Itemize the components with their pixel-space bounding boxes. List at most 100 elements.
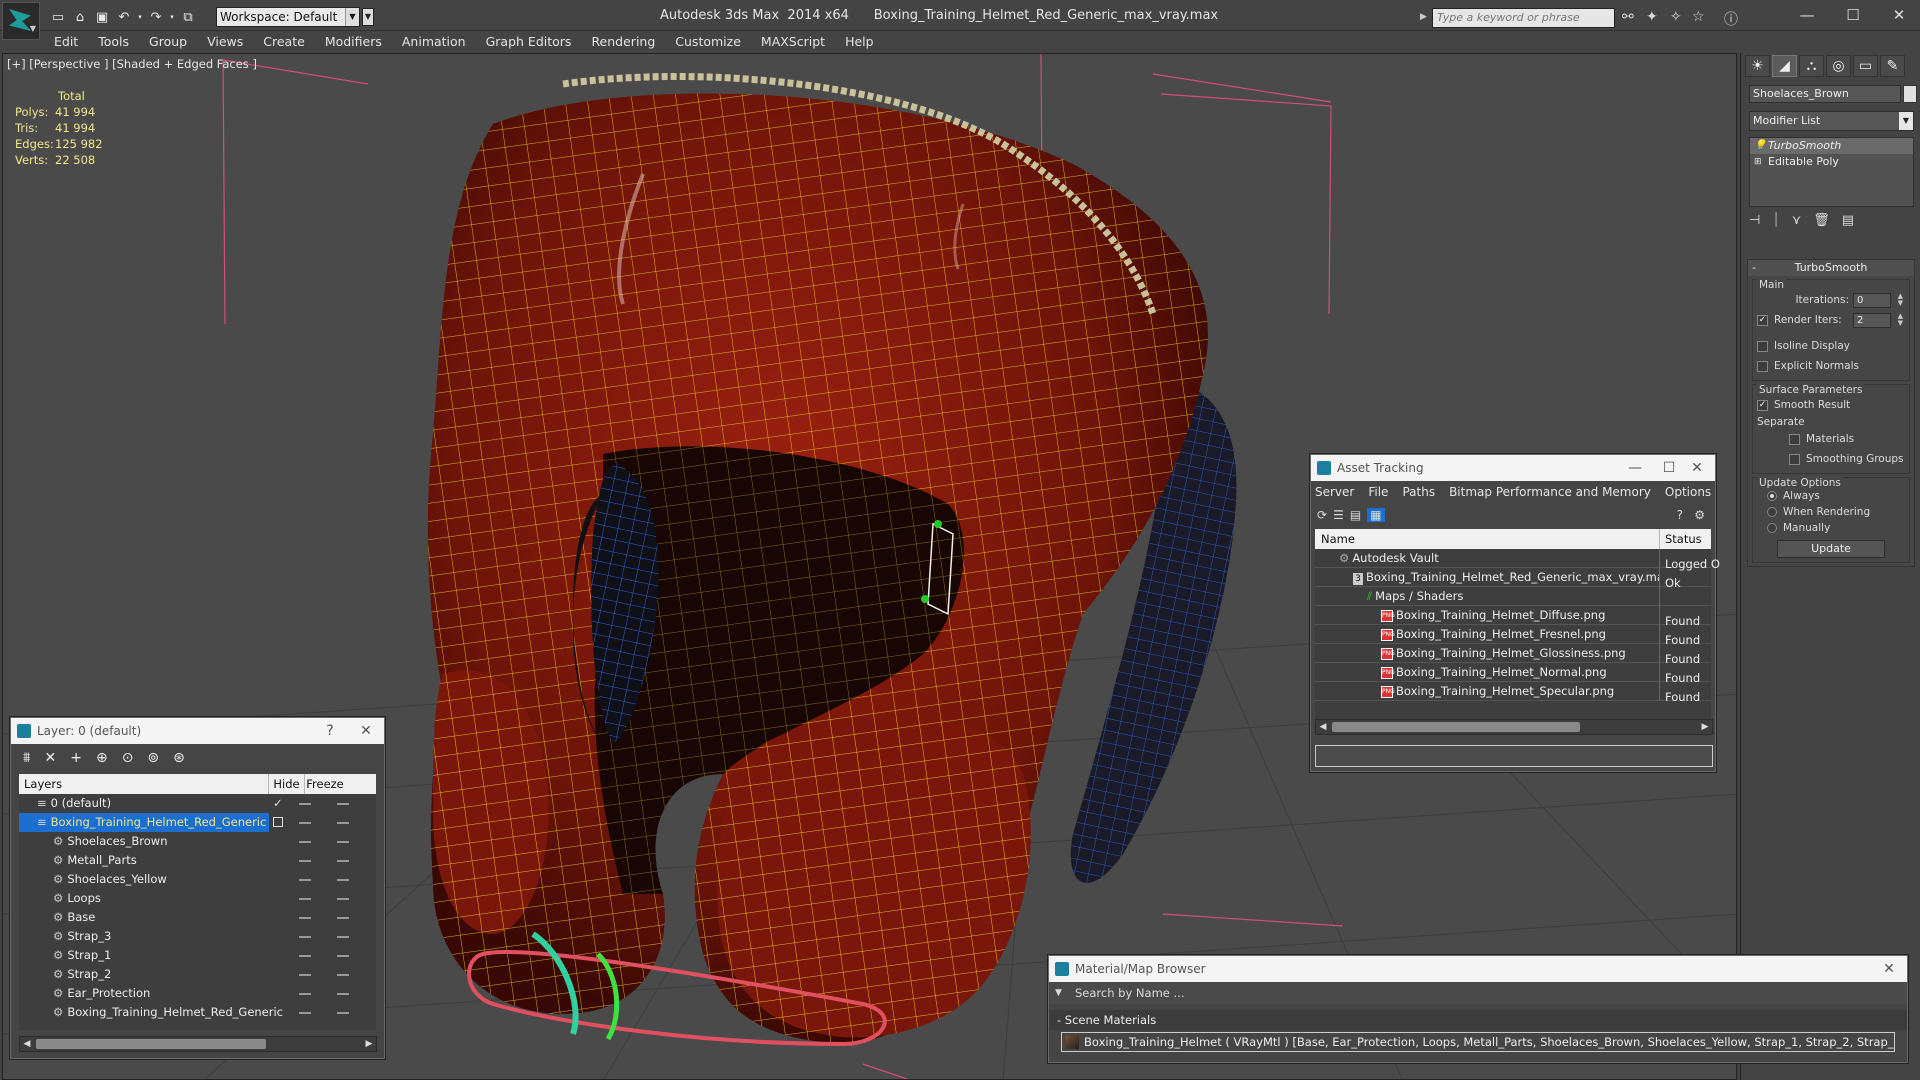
binoculars-icon[interactable]: ⚯ (1622, 9, 1634, 25)
smoothing-groups-checkbox[interactable] (1789, 453, 1800, 465)
menu-help[interactable]: Help (835, 31, 884, 53)
detail-view-icon[interactable]: ▤ (1350, 508, 1361, 522)
layer-row[interactable]: ⚙ Strap_2 (19, 965, 376, 984)
menu-create[interactable]: Create (253, 31, 315, 53)
create-layer-icon[interactable]: + (70, 750, 82, 766)
select-objects-icon[interactable]: ⊙ (122, 750, 134, 766)
asset-row[interactable]: PNGBoxing_Training_Helmet_Glossiness.png… (1315, 644, 1711, 666)
subscription-icon[interactable]: ✦ (1646, 9, 1658, 25)
active-layer-check-icon[interactable]: ✓ (273, 794, 283, 813)
asset-tracking-titlebar[interactable]: Asset Tracking — ☐ ✕ (1311, 455, 1715, 481)
active-layer-toggle[interactable] (273, 817, 283, 827)
show-end-result-icon[interactable]: ⏐ (1772, 213, 1779, 228)
menu-rendering[interactable]: Rendering (581, 31, 665, 53)
layer-row[interactable]: ⚙ Metall_Parts (19, 851, 376, 870)
hide-toggle[interactable] (299, 841, 311, 843)
workspace-dropdown-button[interactable]: ▼ (362, 8, 374, 26)
explicit-normals-checkbox[interactable] (1757, 360, 1768, 372)
modify-tab-icon[interactable]: ◢ (1772, 55, 1797, 77)
scroll-left-icon[interactable]: ◀ (1316, 720, 1330, 734)
save-file-icon[interactable]: ▣ (92, 8, 112, 26)
stack-item-editable-poly[interactable]: ⊞ Editable Poly (1750, 154, 1913, 170)
communication-icon[interactable]: ✧ (1670, 9, 1682, 25)
object-name-field[interactable]: Shoelaces_Brown (1749, 85, 1901, 103)
asset-row[interactable]: ⫽ Maps / Shaders (1315, 587, 1711, 606)
materials-checkbox[interactable] (1789, 433, 1800, 445)
undo-icon[interactable]: ↶ (114, 8, 134, 26)
menu-bitmap-performance[interactable]: Bitmap Performance and Memory (1449, 481, 1651, 503)
help-icon[interactable]: ⓘ (1724, 9, 1738, 29)
layer-row[interactable]: ≡ Boxing_Training_Helmet_Red_Generic (19, 813, 376, 832)
freeze-toggle[interactable] (337, 1012, 349, 1014)
menu-customize[interactable]: Customize (665, 31, 751, 53)
freeze-toggle[interactable] (337, 860, 349, 862)
freeze-toggle[interactable] (337, 993, 349, 995)
hide-all-icon[interactable]: ⊛ (173, 750, 185, 766)
spinner-arrows-icon[interactable]: ▲ ▼ (1898, 313, 1903, 327)
scroll-thumb[interactable] (36, 1039, 266, 1049)
table-view-icon[interactable]: ▦ (1367, 508, 1385, 522)
vault-settings-icon[interactable]: ⚙ (1694, 508, 1705, 522)
close-window-button[interactable]: ✕ (1884, 4, 1914, 26)
play-caret-icon[interactable]: ▶ (1420, 12, 1427, 22)
freeze-toggle[interactable] (337, 936, 349, 938)
layers-icon[interactable]: ⩩ (23, 750, 30, 766)
workspace-select[interactable]: Workspace: Default ▼ (216, 7, 360, 27)
col-hide[interactable]: Hide (269, 774, 305, 794)
scroll-thumb[interactable] (1332, 722, 1580, 732)
hide-toggle[interactable] (299, 974, 311, 976)
minimize-button[interactable]: — (1792, 4, 1822, 26)
configure-sets-icon[interactable]: ▤ (1842, 213, 1854, 228)
iterations-spinner[interactable]: 0 (1853, 293, 1891, 308)
freeze-toggle[interactable] (337, 803, 349, 805)
asset-row[interactable]: 3 Boxing_Training_Helmet_Red_Generic_max_… (1315, 568, 1711, 590)
col-status[interactable]: Status (1660, 529, 1702, 549)
spinner-arrows-icon[interactable]: ▲ ▼ (1898, 293, 1903, 307)
vault-help-icon[interactable]: ? (1677, 508, 1683, 522)
modifier-list-dropdown[interactable]: Modifier List ▼ (1749, 111, 1914, 131)
freeze-toggle[interactable] (337, 955, 349, 957)
layer-row[interactable]: ⚙ Boxing_Training_Helmet_Red_Generic (19, 1003, 376, 1022)
menu-graph-editors[interactable]: Graph Editors (476, 31, 582, 53)
scene-materials-header[interactable]: - Scene Materials (1049, 1010, 1907, 1030)
menu-animation[interactable]: Animation (392, 31, 476, 53)
asset-row[interactable]: PNGBoxing_Training_Helmet_Diffuse.png Fou… (1315, 606, 1711, 628)
asset-row[interactable]: ⚙ Autodesk Vault Logged O (1315, 549, 1720, 571)
create-tab-sun-icon[interactable]: ☀ (1745, 55, 1770, 77)
hide-toggle[interactable] (299, 879, 311, 881)
isoline-checkbox[interactable] (1757, 340, 1768, 352)
viewport-label[interactable]: [+] [Perspective ] [Shaded + Edged Faces… (7, 57, 257, 71)
when-rendering-radio[interactable] (1767, 507, 1777, 517)
chevron-down-icon[interactable]: ▼ (1055, 982, 1062, 1004)
utilities-tab-icon[interactable]: ✎ (1880, 55, 1905, 77)
hide-toggle[interactable] (299, 860, 311, 862)
render-iters-checkbox[interactable]: ✓ (1757, 314, 1768, 326)
search-input[interactable]: Type a keyword or phrase (1432, 8, 1615, 28)
redo-icon[interactable]: ↷ (146, 8, 166, 26)
new-file-icon[interactable]: ▭ (48, 8, 68, 26)
open-file-icon[interactable]: ⌂ (70, 8, 90, 26)
minimize-button[interactable]: — (1623, 455, 1647, 481)
hide-toggle[interactable] (299, 917, 311, 919)
refresh-icon[interactable]: ⟳ (1317, 508, 1327, 522)
help-button[interactable]: ? (318, 718, 342, 744)
scroll-right-icon[interactable]: ▶ (362, 1037, 376, 1051)
add-selected-icon[interactable]: ⊕ (96, 750, 108, 766)
hide-toggle[interactable] (299, 993, 311, 995)
undo-dropdown-icon[interactable]: ▾ (136, 8, 144, 26)
asset-row[interactable]: PNGBoxing_Training_Helmet_Specular.png Fo… (1315, 682, 1711, 704)
freeze-toggle[interactable] (337, 898, 349, 900)
highlight-layer-icon[interactable]: ⊚ (147, 750, 159, 766)
menu-group[interactable]: Group (139, 31, 197, 53)
menu-paths[interactable]: Paths (1402, 481, 1435, 503)
always-radio[interactable] (1767, 491, 1777, 501)
hierarchy-tab-icon[interactable]: ⛬ (1799, 55, 1824, 77)
motion-tab-icon[interactable]: ◎ (1826, 55, 1851, 77)
hide-toggle[interactable] (299, 822, 311, 824)
render-iters-spinner[interactable]: 2 (1853, 313, 1891, 328)
smooth-result-checkbox[interactable]: ✓ (1757, 399, 1768, 411)
layer-row[interactable]: ⚙ Base (19, 908, 376, 927)
layer-row[interactable]: ⚙ Strap_1 (19, 946, 376, 965)
col-freeze[interactable]: Freeze (305, 774, 345, 794)
freeze-toggle[interactable] (337, 841, 349, 843)
